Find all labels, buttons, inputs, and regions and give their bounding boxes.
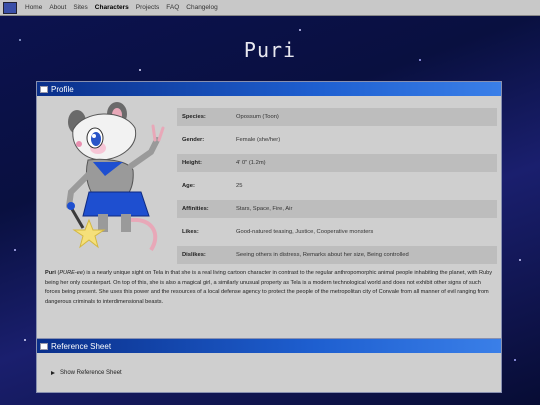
stat-value: 4' 0" (1.2m) — [236, 160, 266, 166]
top-nav: Home About Sites Characters Projects FAQ… — [0, 0, 540, 16]
profile-header-label: Profile — [51, 84, 74, 94]
stat-label: Likes: — [182, 229, 199, 235]
triangle-right-icon — [51, 371, 55, 375]
nav-item-projects[interactable]: Projects — [136, 4, 159, 11]
profile-panel: Profile Species: Opossum (Toon) Gender: … — [36, 81, 502, 339]
stat-value: 25 — [236, 183, 243, 189]
character-illustration — [66, 102, 165, 252]
reference-panel: Reference Sheet Show Reference Sheet — [36, 338, 502, 393]
window-icon — [40, 85, 48, 93]
stat-row-species: Species: Opossum (Toon) — [177, 108, 497, 126]
page-title: Puri — [243, 38, 297, 62]
nav-item-home[interactable]: Home — [25, 4, 42, 11]
stat-label: Affinities: — [182, 206, 209, 212]
stat-value: Opossum (Toon) — [236, 114, 279, 120]
stats-table: Species: Opossum (Toon) Gender: Female (… — [177, 108, 497, 269]
stat-row-gender: Gender: Female (she/her) — [177, 131, 497, 149]
stat-value: Seeing others in distress, Remarks about… — [236, 252, 409, 258]
stat-row-dislikes: Dislikes: Seeing others in distress, Rem… — [177, 246, 497, 264]
nav-item-about[interactable]: About — [49, 4, 66, 11]
stat-value: Stars, Space, Fire, Air — [236, 206, 293, 212]
stat-row-likes: Likes: Good-natured teasing, Justice, Co… — [177, 223, 497, 241]
stat-value: Female (she/her) — [236, 137, 281, 143]
bio-text: is a nearly unique sight on Tela in that… — [45, 270, 493, 305]
bio-name: Puri — [45, 270, 56, 276]
stat-label: Dislikes: — [182, 252, 206, 258]
stat-value: Good-natured teasing, Justice, Cooperati… — [236, 229, 374, 235]
reference-header-label: Reference Sheet — [51, 341, 112, 351]
site-logo-icon[interactable] — [3, 1, 17, 14]
nav-item-faq[interactable]: FAQ — [166, 4, 179, 11]
stat-row-affinities: Affinities: Stars, Space, Fire, Air — [177, 200, 497, 218]
show-reference-label: Show Reference Sheet — [60, 370, 122, 376]
stat-label: Height: — [182, 160, 202, 166]
stat-label: Age: — [182, 183, 195, 189]
show-reference-toggle[interactable]: Show Reference Sheet — [51, 370, 122, 376]
reference-header: Reference Sheet — [37, 339, 501, 353]
profile-header: Profile — [37, 82, 501, 96]
nav-item-characters[interactable]: Characters — [95, 4, 129, 11]
stat-label: Gender: — [182, 137, 205, 143]
stat-row-height: Height: 4' 0" (1.2m) — [177, 154, 497, 172]
stat-row-age: Age: 25 — [177, 177, 497, 195]
bio-pronunciation: PURE-ee — [59, 270, 83, 276]
stat-label: Species: — [182, 114, 206, 120]
bio-paragraph: Puri (PURE-ee) is a nearly unique sight … — [45, 270, 493, 305]
nav-item-changelog[interactable]: Changelog — [186, 4, 217, 11]
window-icon — [40, 342, 48, 350]
nav-item-sites[interactable]: Sites — [73, 4, 87, 11]
